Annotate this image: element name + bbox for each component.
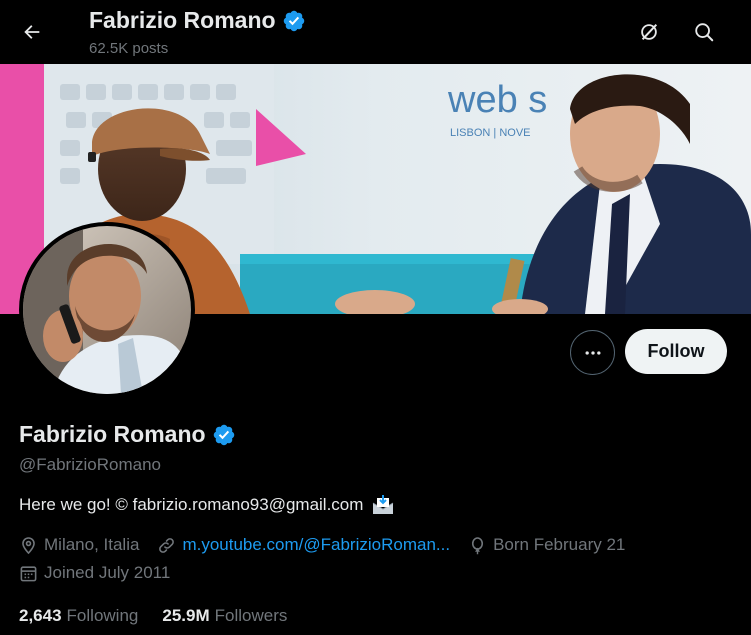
following-count: 2,643 (19, 606, 62, 625)
grok-icon (641, 23, 658, 41)
location-item: Milano, Italia (19, 535, 139, 555)
calendar-icon (20, 565, 37, 581)
banner-sign-text: web s (447, 79, 547, 121)
profile-meta-row-2: Joined July 2011 (19, 563, 188, 583)
joined-text: Joined July 2011 (44, 563, 171, 582)
arrow-left-icon (24, 25, 40, 39)
bio-text: Here we go! © fabrizio.romano93@gmail.co… (19, 495, 364, 514)
back-button[interactable] (14, 14, 50, 50)
profile-handle: @FabrizioRomano (19, 455, 161, 474)
posts-count: 62.5K posts (89, 40, 169, 57)
header-name: Fabrizio Romano (89, 7, 276, 33)
follow-stats: 2,643 Following 25.9M Followers (19, 606, 287, 626)
banner-sign-subtext: LISBON | NOVE (450, 127, 531, 139)
profile-header-bar: Fabrizio Romano 62.5K posts (0, 0, 751, 64)
more-horizontal-icon (585, 350, 600, 355)
follow-button[interactable]: Follow (625, 329, 727, 374)
birthday-item: Born February 21 (468, 535, 625, 555)
profile-avatar[interactable] (19, 222, 195, 398)
profile-name: Fabrizio Romano (19, 421, 236, 448)
followers-count: 25.9M (162, 606, 210, 625)
followers-link[interactable]: 25.9M Followers (162, 606, 287, 626)
header-title: Fabrizio Romano (89, 7, 306, 34)
link-icon (159, 537, 175, 553)
following-label: Following (66, 606, 139, 625)
more-options-button[interactable] (570, 330, 615, 375)
website-item: m.youtube.com/@FabrizioRoman... (157, 535, 450, 555)
profile-bio: Here we go! © fabrizio.romano93@gmail.co… (19, 494, 395, 516)
grok-button[interactable] (631, 14, 667, 50)
search-button[interactable] (686, 14, 722, 50)
location-text: Milano, Italia (44, 535, 140, 554)
website-link[interactable]: m.youtube.com/@FabrizioRoman... (182, 535, 450, 555)
verified-badge-icon (283, 10, 304, 31)
location-pin-icon (22, 536, 35, 554)
profile-display-name: Fabrizio Romano (19, 421, 206, 447)
following-link[interactable]: 2,643 Following (19, 606, 138, 626)
envelope-inbox-icon (373, 495, 394, 514)
birthday-text: Born February 21 (493, 535, 626, 554)
profile-meta-row: Milano, Italia m.youtube.com/@FabrizioRo… (19, 535, 643, 555)
balloon-icon (472, 536, 484, 554)
verified-badge-icon[interactable] (212, 423, 236, 447)
followers-label: Followers (214, 606, 288, 625)
search-icon (695, 23, 714, 42)
joined-item: Joined July 2011 (19, 563, 170, 583)
